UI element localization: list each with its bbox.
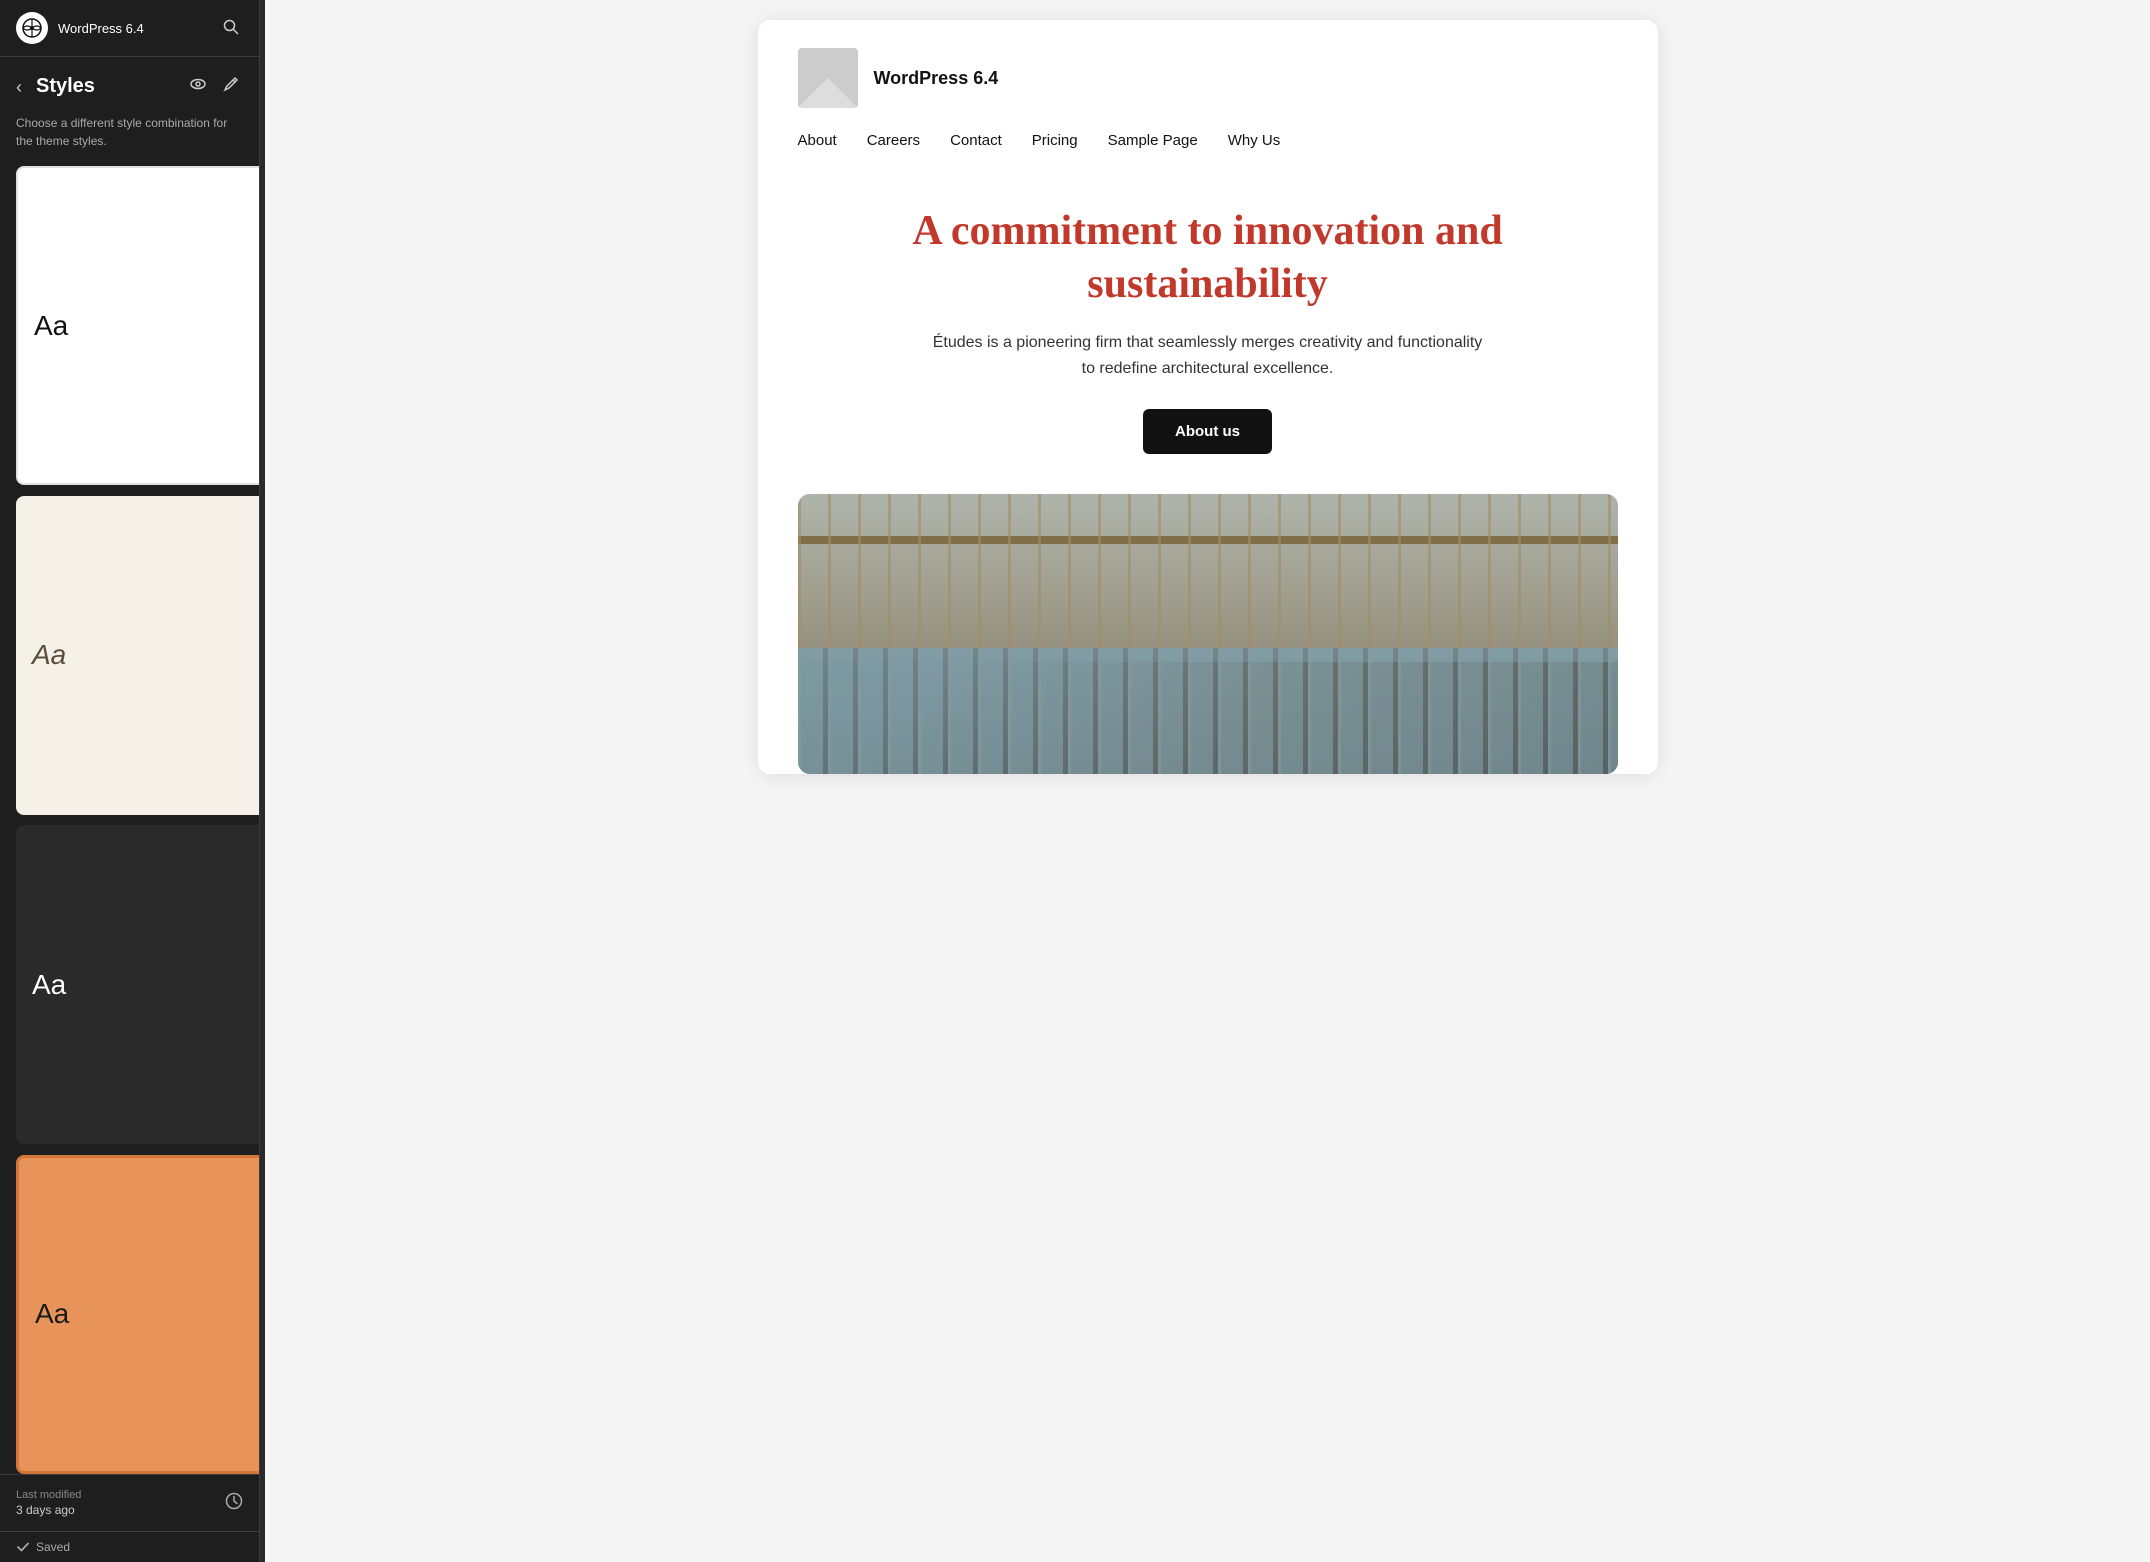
hero-title: A commitment to innovation and sustainab… (798, 205, 1618, 310)
pencil-button[interactable] (219, 72, 243, 101)
style-card-cream[interactable]: Aa (16, 496, 259, 815)
style-card-orange[interactable]: Aa (16, 1155, 259, 1474)
wp-logo (16, 12, 48, 44)
style-card-aa: Aa (35, 1300, 69, 1328)
about-us-button[interactable]: About us (1143, 409, 1272, 454)
nav-link-sample[interactable]: Sample Page (1108, 132, 1198, 149)
style-card-aa: Aa (32, 971, 66, 999)
check-icon (16, 1540, 30, 1554)
back-button[interactable]: ‹ (16, 76, 28, 98)
preview-header: WordPress 6.4 (758, 20, 1658, 124)
preview-nav: About Careers Contact Pricing Sample Pag… (758, 124, 1658, 165)
last-modified-value: 3 days ago (16, 1503, 81, 1517)
hero-subtitle: Études is a pioneering firm that seamles… (928, 330, 1488, 381)
style-card-dark[interactable]: Aa (16, 825, 259, 1144)
nav-link-whyus[interactable]: Why Us (1228, 132, 1281, 149)
saved-status: Saved (0, 1531, 259, 1562)
saved-label: Saved (36, 1540, 70, 1554)
preview-hero: A commitment to innovation and sustainab… (758, 165, 1658, 484)
style-card-default[interactable]: Aa (16, 166, 259, 485)
styles-description: Choose a different style combination for… (0, 110, 259, 166)
last-modified-label: Last modified (16, 1489, 81, 1501)
preview-card: WordPress 6.4 About Careers Contact Pric… (758, 20, 1658, 774)
eye-button[interactable] (185, 71, 211, 102)
building-visual (798, 494, 1618, 774)
main-preview: WordPress 6.4 About Careers Contact Pric… (265, 0, 2150, 1562)
style-card-aa: Aa (32, 641, 66, 669)
app-title: WordPress 6.4 (58, 21, 209, 36)
nav-link-contact[interactable]: Contact (950, 132, 1002, 149)
sidebar: WordPress 6.4 ‹ Styles Choose a differen… (0, 0, 260, 1562)
styles-title: Styles (36, 75, 177, 98)
nav-link-pricing[interactable]: Pricing (1032, 132, 1078, 149)
site-name: WordPress 6.4 (874, 68, 999, 89)
sidebar-top-bar: WordPress 6.4 (0, 0, 259, 57)
nav-link-about[interactable]: About (798, 132, 837, 149)
footer-left: Last modified 3 days ago (16, 1489, 81, 1517)
preview-image (798, 494, 1618, 774)
sidebar-footer: Last modified 3 days ago (0, 1474, 259, 1531)
nav-link-careers[interactable]: Careers (867, 132, 920, 149)
style-grid: Aa Aa Aa Aa (0, 166, 259, 1474)
site-logo (798, 48, 858, 108)
style-card-aa: Aa (34, 312, 68, 340)
glass-panels (798, 648, 1618, 774)
styles-header: ‹ Styles (0, 57, 259, 110)
history-button[interactable] (225, 1492, 243, 1515)
search-button[interactable] (219, 15, 243, 42)
